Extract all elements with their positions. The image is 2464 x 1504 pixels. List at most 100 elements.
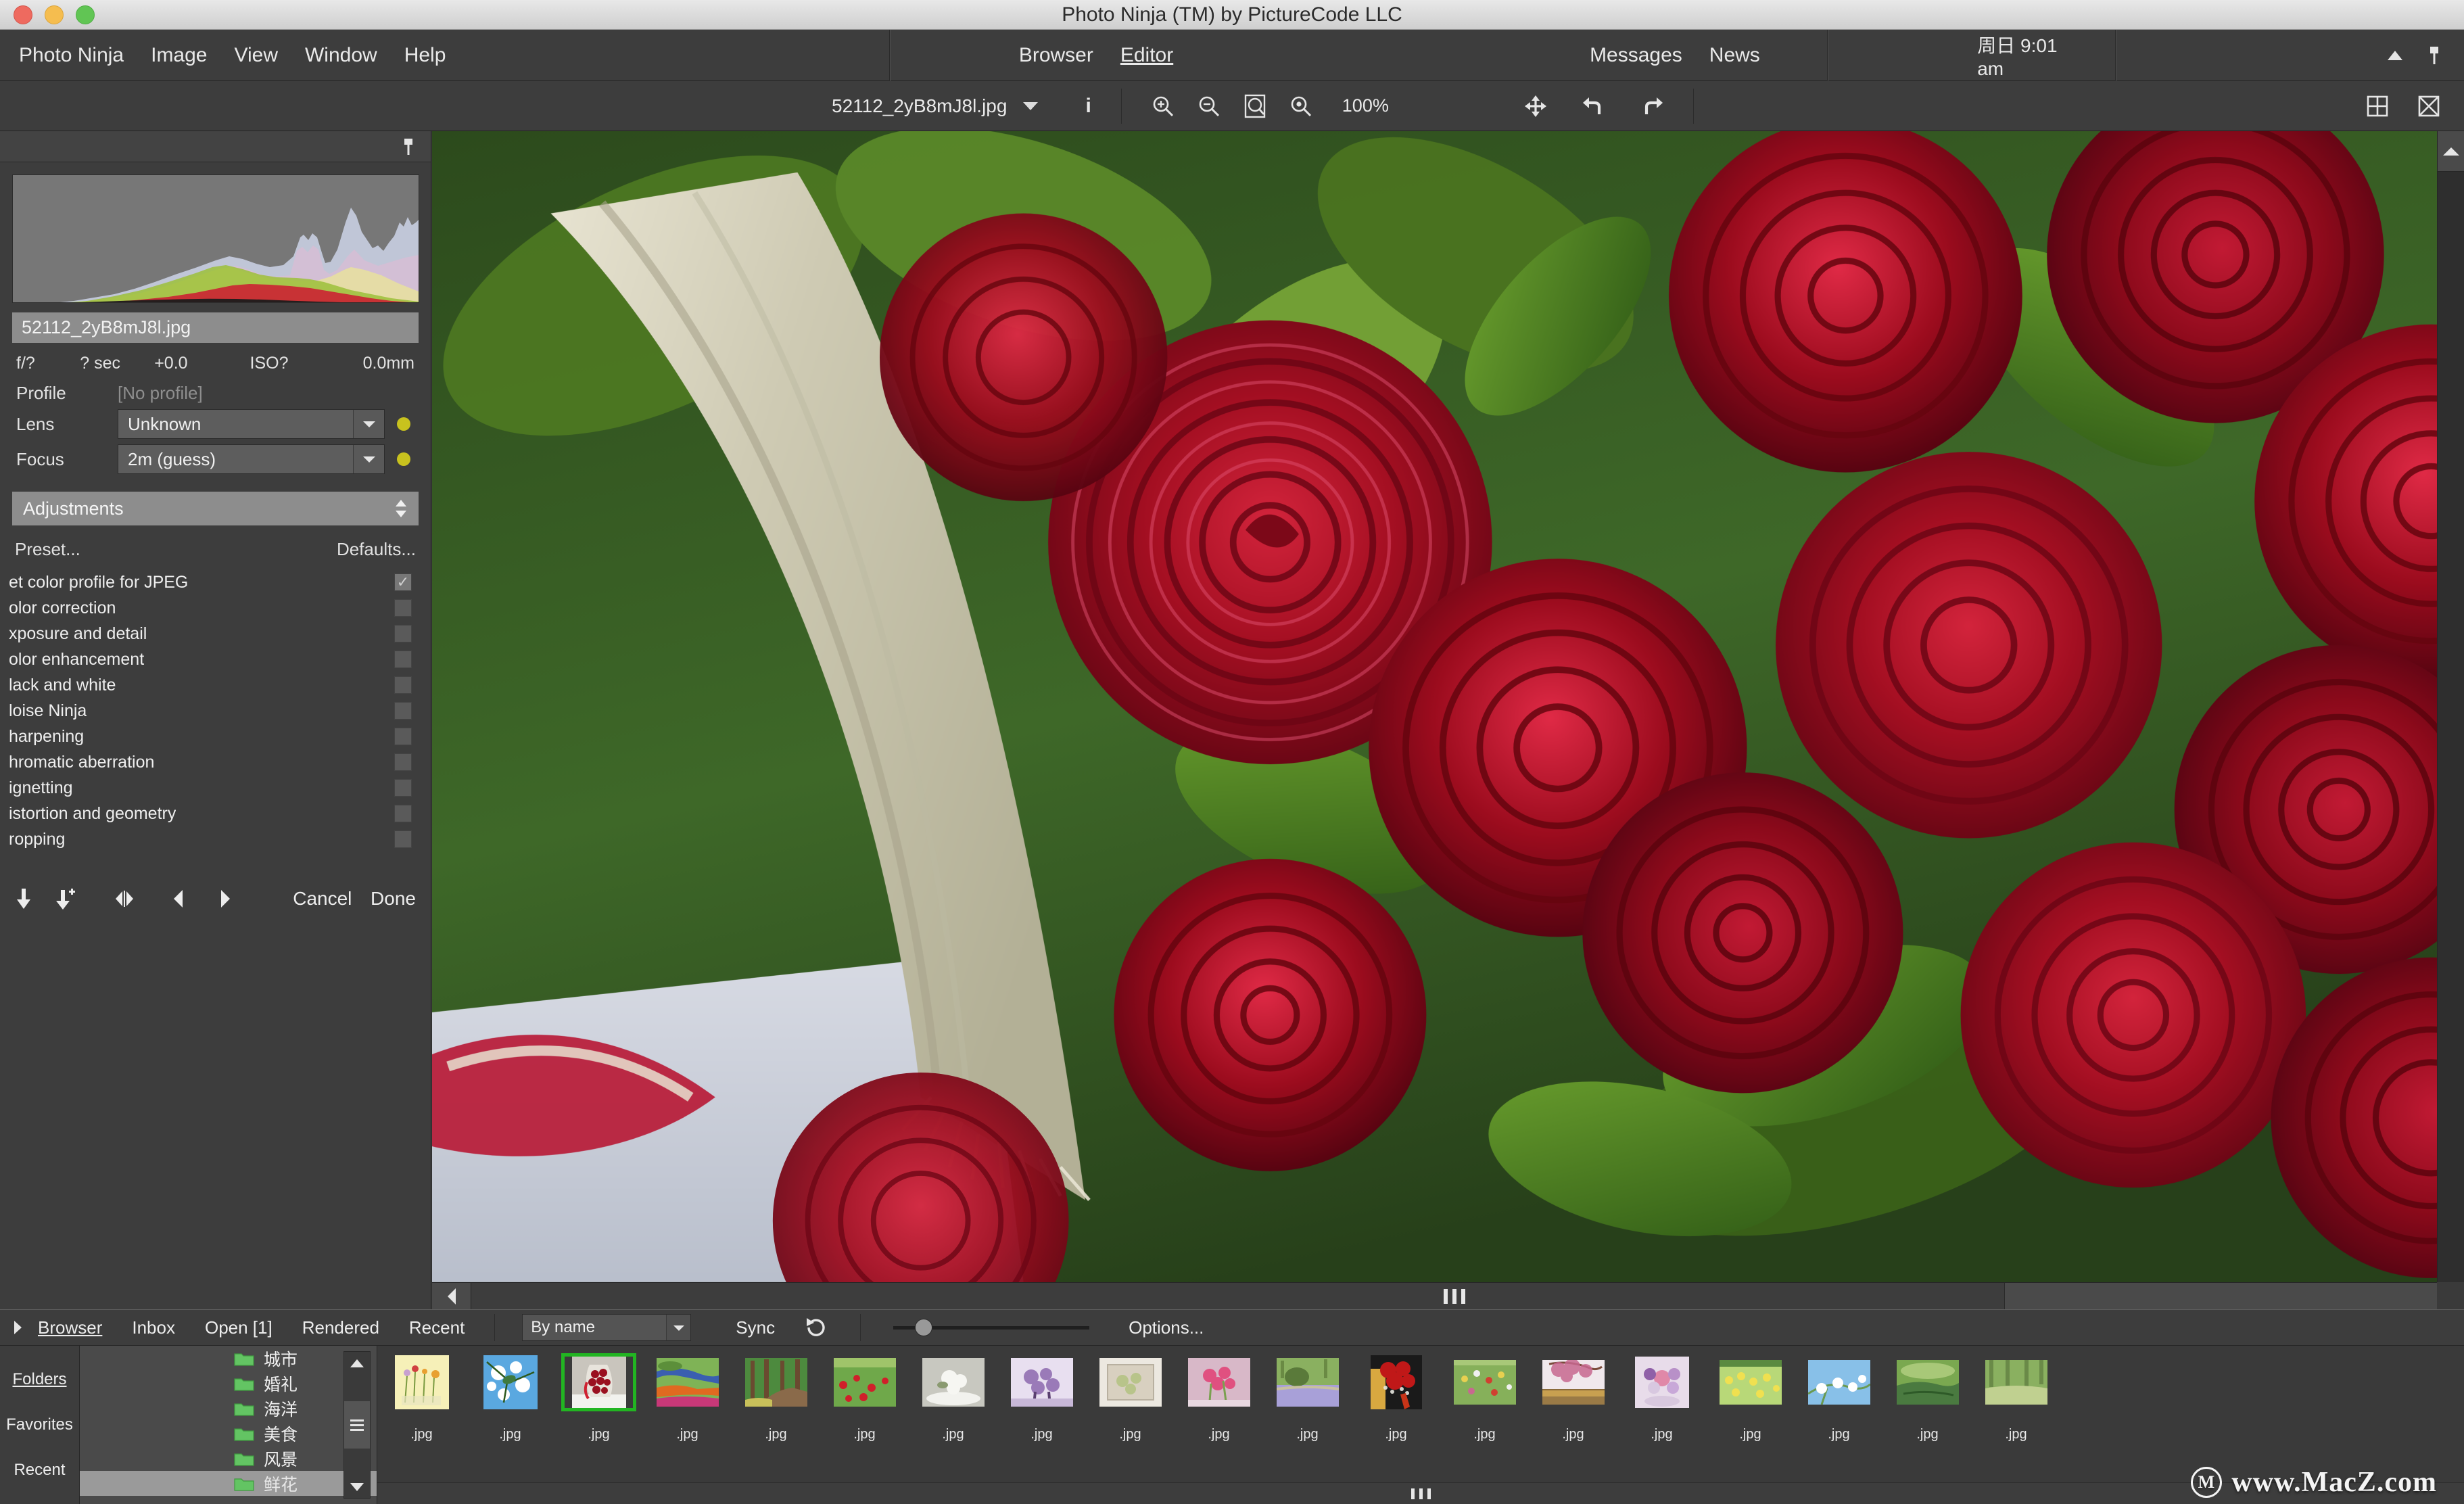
folder-item[interactable]: 婚礼: [80, 1371, 377, 1396]
thumbnail-image[interactable]: [1183, 1355, 1254, 1409]
thumbnail-item[interactable]: .jpg: [1352, 1355, 1440, 1442]
rotate-left-icon[interactable]: [1582, 96, 1605, 116]
menu-news[interactable]: News: [1696, 44, 1774, 67]
thumbnail-item[interactable]: .jpg: [1175, 1355, 1263, 1442]
photo-viewport[interactable]: [432, 131, 2437, 1282]
adjustment-row[interactable]: xposure and detail: [0, 621, 431, 647]
folder-scroll-thumb[interactable]: [344, 1401, 370, 1449]
slider-knob[interactable]: [915, 1319, 933, 1336]
thumbnail-item-selected[interactable]: .jpg: [554, 1353, 643, 1442]
thumbnail-image[interactable]: [652, 1355, 723, 1409]
zoom-out-icon[interactable]: [1198, 95, 1221, 118]
chevron-down-icon[interactable]: [353, 445, 384, 473]
canvas-horizontal-scrollbar[interactable]: [432, 1282, 2437, 1310]
thumbnail-item[interactable]: .jpg: [1883, 1355, 1972, 1442]
thumbnail-image[interactable]: [1892, 1355, 1963, 1409]
scroll-up-icon[interactable]: [2438, 131, 2464, 172]
mode-browser[interactable]: Browser: [1005, 44, 1107, 67]
adjustment-checkbox[interactable]: [394, 702, 412, 720]
browser-tab-open[interactable]: Open [1]: [190, 1317, 287, 1338]
folder-item[interactable]: 美食: [80, 1421, 377, 1446]
nav-favorites[interactable]: Favorites: [6, 1415, 73, 1434]
folder-item[interactable]: 风景: [80, 1446, 377, 1471]
hscroll-thumb[interactable]: [2004, 1282, 2437, 1310]
fit-to-window-icon[interactable]: [1243, 94, 1266, 118]
thumbnail-filmstrip[interactable]: .jpg .jpg .jpg .jpg .jpg .jpg .jpg .jpg …: [377, 1346, 2464, 1504]
cancel-button[interactable]: Cancel: [293, 888, 352, 910]
thumbnail-image[interactable]: [1981, 1355, 2052, 1409]
refresh-icon[interactable]: [805, 1316, 828, 1339]
thumbnail-item[interactable]: .jpg: [1795, 1355, 1883, 1442]
thumbnail-image[interactable]: [475, 1355, 546, 1409]
thumbnail-item[interactable]: .jpg: [997, 1355, 1086, 1442]
thumbnail-image[interactable]: [1095, 1355, 1166, 1409]
sort-order-select[interactable]: By name: [522, 1314, 692, 1341]
compare-icon[interactable]: [114, 889, 135, 909]
previous-icon[interactable]: [172, 889, 185, 909]
hscroll-track[interactable]: [471, 1282, 2437, 1310]
thumbnail-size-slider[interactable]: [893, 1319, 1090, 1336]
close-view-icon[interactable]: [2418, 95, 2440, 117]
triangle-up-icon[interactable]: [2387, 49, 2403, 62]
thumbnail-item[interactable]: .jpg: [1263, 1355, 1352, 1442]
adjustment-checkbox[interactable]: [394, 728, 412, 745]
triangle-right-icon[interactable]: [12, 1319, 23, 1336]
thumbnail-image[interactable]: [1538, 1355, 1609, 1409]
thumbnail-item[interactable]: .jpg: [1529, 1355, 1617, 1442]
thumbnail-image[interactable]: [1272, 1355, 1343, 1409]
sort-updown-icon[interactable]: [394, 499, 408, 518]
menu-view[interactable]: View: [221, 44, 291, 67]
pin-icon[interactable]: [2427, 46, 2441, 65]
thumbnail-image[interactable]: [1449, 1355, 1520, 1409]
adjustments-header[interactable]: Adjustments: [12, 492, 419, 525]
mode-editor[interactable]: Editor: [1107, 44, 1187, 67]
pan-tool-icon[interactable]: [1524, 95, 1547, 118]
menu-window[interactable]: Window: [291, 44, 391, 67]
rotate-right-icon[interactable]: [1640, 96, 1663, 116]
lens-select[interactable]: Unknown: [118, 409, 385, 439]
zoom-actual-icon[interactable]: [1289, 95, 1312, 118]
nav-recent[interactable]: Recent: [14, 1461, 65, 1480]
adjustment-checkbox[interactable]: [394, 676, 412, 694]
thumbnail-item[interactable]: .jpg: [643, 1355, 732, 1442]
thumbnail-item[interactable]: .jpg: [820, 1355, 909, 1442]
adjustment-row[interactable]: hromatic aberration: [0, 749, 431, 775]
thumbnail-image[interactable]: [386, 1355, 457, 1409]
focus-select[interactable]: 2m (guess): [118, 444, 385, 474]
resize-grip-icon[interactable]: [1411, 1488, 1431, 1499]
browser-tab-inbox[interactable]: Inbox: [117, 1317, 190, 1338]
sync-button[interactable]: Sync: [721, 1317, 790, 1338]
browser-tab-browser[interactable]: Browser: [23, 1317, 117, 1338]
resize-grip-icon[interactable]: [1443, 1288, 1465, 1304]
thumbnail-image[interactable]: [1360, 1355, 1431, 1409]
menu-image[interactable]: Image: [137, 44, 220, 67]
thumbnail-item[interactable]: .jpg: [466, 1355, 554, 1442]
scroll-left-icon[interactable]: [432, 1282, 471, 1310]
adjustment-row[interactable]: ropping: [0, 826, 431, 852]
scroll-up-icon[interactable]: [350, 1352, 364, 1374]
thumbnail-image[interactable]: [918, 1355, 989, 1409]
adjustment-checkbox[interactable]: [394, 805, 412, 822]
defaults-button[interactable]: Defaults...: [337, 539, 416, 560]
adjustment-row[interactable]: istortion and geometry: [0, 801, 431, 826]
chevron-down-icon[interactable]: [666, 1315, 691, 1340]
info-icon[interactable]: i: [1085, 95, 1091, 118]
folder-scrollbar[interactable]: [343, 1351, 371, 1499]
adjustment-checkbox[interactable]: ✓: [394, 573, 412, 591]
thumbnail-image[interactable]: [1626, 1355, 1697, 1409]
adjustment-row[interactable]: ignetting: [0, 775, 431, 801]
adjustment-row[interactable]: olor enhancement: [0, 647, 431, 672]
adjustment-row[interactable]: lack and white: [0, 672, 431, 698]
folder-item[interactable]: 城市: [80, 1346, 377, 1371]
thumbnail-item[interactable]: .jpg: [1706, 1355, 1795, 1442]
adjustment-row[interactable]: olor correction: [0, 595, 431, 621]
browser-tab-recent[interactable]: Recent: [394, 1317, 479, 1338]
canvas-vertical-scrollbar[interactable]: [2437, 131, 2464, 1282]
thumbnail-image[interactable]: [1803, 1355, 1874, 1409]
adjustment-checkbox[interactable]: [394, 830, 412, 848]
thumbnail-item[interactable]: .jpg: [1617, 1355, 1706, 1442]
thumbnail-image[interactable]: [1006, 1355, 1077, 1409]
thumbnail-item[interactable]: .jpg: [1440, 1355, 1529, 1442]
thumbnail-item[interactable]: .jpg: [377, 1355, 466, 1442]
adjustment-checkbox[interactable]: [394, 625, 412, 642]
